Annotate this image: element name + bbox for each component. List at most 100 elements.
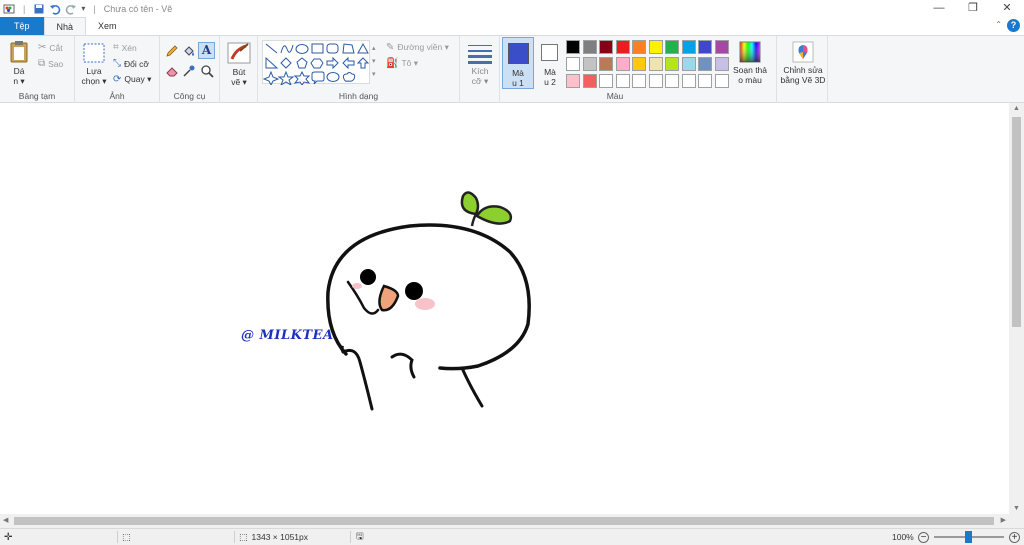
color-swatch[interactable] — [648, 57, 663, 71]
eraser-icon[interactable] — [165, 64, 179, 78]
select-button[interactable]: Lựa chọn ▾ — [78, 42, 110, 86]
scroll-down-icon[interactable]: ▼ — [1009, 505, 1024, 512]
zoom-slider-thumb[interactable] — [965, 531, 972, 543]
color-swatch[interactable] — [698, 74, 712, 88]
resize-button[interactable]: ⤡ Đổi cỡ — [113, 58, 149, 69]
text-tool-button[interactable]: A — [198, 42, 215, 59]
tab-view[interactable]: Xem — [86, 17, 129, 35]
collapse-ribbon-icon[interactable]: ⌃ — [995, 20, 1002, 29]
zoom-out-button[interactable]: − — [918, 529, 929, 545]
shapes-scroll[interactable]: ▴ ▾ ▾ — [372, 42, 376, 81]
color-swatch[interactable] — [681, 40, 696, 54]
minimize-button[interactable]: — — [922, 0, 956, 17]
selection-size: ⬚ — [122, 529, 131, 545]
color-swatch[interactable] — [599, 57, 613, 71]
color-palette — [566, 40, 736, 94]
magnifier-icon[interactable] — [200, 64, 214, 78]
color-swatch[interactable] — [632, 57, 646, 71]
window-controls: — ❐ ✕ — [922, 0, 1024, 17]
color-swatch[interactable] — [599, 40, 613, 54]
outline-icon: ✎ — [386, 42, 395, 53]
brushes-button[interactable]: Bút vẽ ▾ — [224, 41, 254, 87]
color-swatch[interactable] — [714, 74, 729, 88]
color-swatch[interactable] — [665, 57, 679, 71]
tools-group: A Công cụ — [160, 36, 220, 103]
color-swatch[interactable] — [566, 40, 580, 54]
pencil-icon[interactable] — [165, 44, 179, 58]
character-right-cheek — [415, 298, 435, 310]
redo-icon[interactable] — [65, 3, 77, 15]
crop-button[interactable]: ⌗ Xén — [113, 42, 137, 53]
size-button[interactable]: Kích cỡ ▾ — [465, 42, 495, 86]
color-swatch[interactable] — [648, 74, 663, 88]
color-swatch[interactable] — [665, 74, 679, 88]
file-size: 🖫 — [356, 529, 364, 545]
color-swatch[interactable] — [582, 57, 597, 71]
sprout-leaf-right — [475, 205, 513, 225]
copy-button[interactable]: ⧉ Sao — [38, 58, 63, 69]
color-2-label-line-2: u 2 — [544, 77, 556, 87]
five-point-star-shape-icon — [277, 70, 295, 87]
pentagon-shape-icon — [296, 57, 308, 69]
horizontal-scrollbar[interactable]: ◀ ▶ — [0, 514, 1009, 528]
select-label-2: chọn ▾ — [81, 76, 107, 86]
canvas-size-text: 1343 × 1051px — [251, 532, 308, 542]
color-swatch[interactable] — [632, 40, 646, 54]
milktea-character-drawing — [326, 191, 531, 411]
paint-app-icon[interactable] — [3, 3, 15, 15]
color-swatch[interactable] — [615, 57, 630, 71]
canvas-illustration-layer: @ MILKTEA — [0, 103, 1009, 514]
horizontal-scroll-thumb[interactable] — [14, 517, 994, 525]
scroll-right-icon[interactable]: ▶ — [1001, 514, 1006, 528]
color-swatch[interactable] — [632, 74, 646, 88]
color-swatch[interactable] — [714, 57, 729, 71]
tab-file[interactable]: Tệp — [0, 17, 44, 35]
color-swatch[interactable] — [615, 74, 630, 88]
maximize-button[interactable]: ❐ — [956, 0, 990, 17]
color-swatch[interactable] — [665, 40, 679, 54]
rotate-button[interactable]: ⟳ Quay ▾ — [113, 74, 151, 85]
character-left-arm — [341, 348, 374, 411]
edit-colors-button[interactable]: Soạn thả o màu — [730, 41, 770, 85]
color-1-button[interactable]: Mà u 1 — [502, 37, 534, 89]
color-swatch[interactable] — [698, 57, 712, 71]
zoom-in-button[interactable]: + — [1009, 529, 1020, 545]
six-point-star-shape-icon — [293, 70, 311, 86]
save-icon[interactable] — [33, 3, 45, 15]
color-swatch[interactable] — [566, 57, 580, 71]
color-swatch[interactable] — [681, 57, 696, 71]
right-arrow-shape-icon — [326, 56, 339, 70]
color-swatch[interactable] — [582, 40, 597, 54]
color-picker-icon[interactable] — [182, 64, 196, 78]
color-swatch[interactable] — [615, 40, 630, 54]
scroll-left-icon[interactable]: ◀ — [3, 514, 8, 528]
customize-qat-icon[interactable]: ▾ — [81, 4, 85, 13]
vertical-scrollbar[interactable]: ▲ ▼ — [1009, 103, 1024, 514]
color-swatch[interactable] — [698, 40, 712, 54]
tab-home[interactable]: Nhà — [43, 17, 87, 35]
fill-bucket-icon[interactable] — [182, 44, 196, 58]
color-swatch[interactable] — [582, 74, 597, 88]
status-divider — [117, 531, 118, 543]
vertical-scroll-thumb[interactable] — [1012, 117, 1021, 327]
separator: | — [23, 3, 26, 14]
resize-label: Đổi cỡ — [124, 58, 149, 69]
scroll-up-icon[interactable]: ▲ — [1009, 105, 1024, 112]
edit-with-paint3d-button[interactable]: Chỉnh sửa bằng Vẽ 3D — [777, 41, 829, 85]
color-2-button[interactable]: Mà u 2 — [536, 37, 564, 89]
paint3d-icon — [792, 41, 814, 63]
color-swatch[interactable] — [681, 74, 696, 88]
color-swatch[interactable] — [566, 74, 580, 88]
help-icon[interactable]: ? — [1007, 19, 1020, 32]
color-swatch[interactable] — [648, 40, 663, 54]
paste-button[interactable]: Dá n ▾ — [4, 40, 34, 86]
undo-icon[interactable] — [49, 3, 61, 15]
outline-button[interactable]: ✎ Đường viền ▾ — [386, 42, 449, 53]
color-swatch[interactable] — [599, 74, 613, 88]
left-arrow-shape-icon — [342, 56, 355, 70]
cut-button[interactable]: ✂ Cắt — [38, 42, 63, 53]
close-button[interactable]: ✕ — [990, 0, 1024, 17]
color-1-label-line-2: u 1 — [512, 78, 524, 88]
fill-button[interactable]: ⛽ Tô ▾ — [386, 58, 418, 69]
color-swatch[interactable] — [714, 40, 729, 54]
